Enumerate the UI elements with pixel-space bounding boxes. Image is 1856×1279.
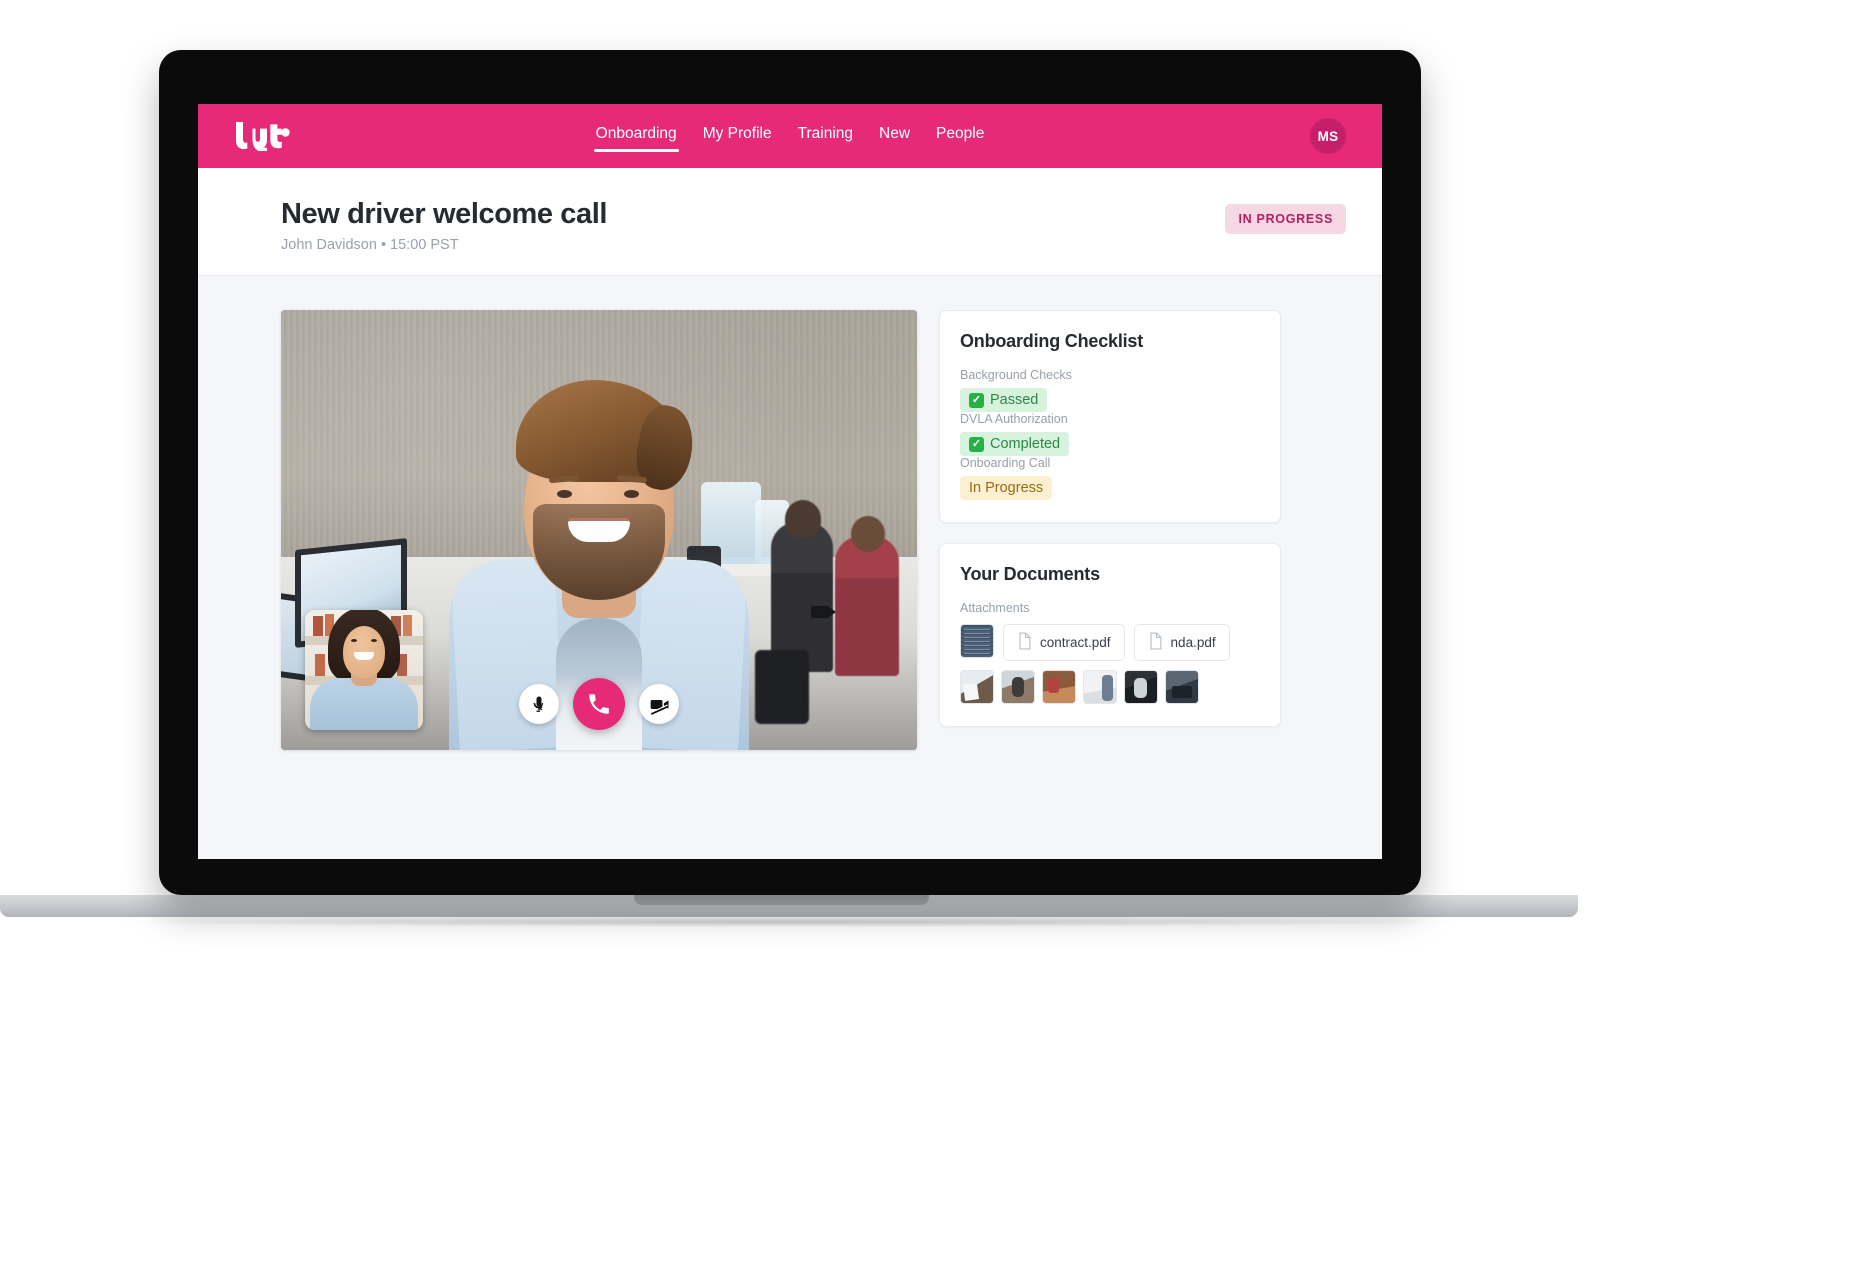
- self-view-book: [403, 615, 412, 637]
- attachment-thumbnail[interactable]: [1124, 670, 1158, 705]
- subject-smile: [568, 518, 630, 543]
- attachment-contract-pdf[interactable]: contract.pdf: [1003, 624, 1125, 662]
- attachment-thumbnail[interactable]: [960, 670, 994, 705]
- nav-item-label: Training: [797, 125, 854, 143]
- sidebar-cards: Onboarding Checklist Background Checks ✓…: [939, 310, 1281, 821]
- user-avatar[interactable]: MS: [1310, 118, 1346, 154]
- lyft-logo-icon[interactable]: [234, 119, 294, 153]
- checklist-item-status: In Progress: [960, 476, 1053, 501]
- laptop-shadow: [120, 917, 1460, 927]
- nav-item-label: My Profile: [702, 125, 772, 143]
- self-view-smile: [354, 652, 374, 661]
- self-view-book: [313, 616, 323, 637]
- checklist-item-status: ✓ Completed: [960, 432, 1070, 457]
- checklist-item-status: ✓ Passed: [960, 388, 1048, 413]
- avatar-initials: MS: [1317, 128, 1339, 144]
- nav-item-my-profile[interactable]: My Profile: [701, 120, 774, 152]
- video-off-icon: [649, 694, 670, 715]
- page-title: New driver welcome call: [281, 198, 608, 230]
- nav-item-label: New: [879, 125, 911, 143]
- attachment-file-name: contract.pdf: [1040, 635, 1111, 651]
- onboarding-checklist-card: Onboarding Checklist Background Checks ✓…: [939, 310, 1281, 524]
- nav-items: Onboarding My Profile Training New Peopl…: [198, 120, 1382, 152]
- subject-eye-right: [624, 490, 639, 499]
- checklist-item-label: Onboarding Call: [960, 456, 1051, 471]
- check-box-icon: ✓: [969, 436, 984, 452]
- screenshot-stage: Onboarding My Profile Training New Peopl…: [0, 0, 1856, 1279]
- attachment-thumbnail[interactable]: [1042, 670, 1076, 705]
- nav-item-new[interactable]: New: [877, 120, 912, 152]
- laptop-frame: Onboarding My Profile Training New Peopl…: [159, 50, 1421, 895]
- nav-item-onboarding[interactable]: Onboarding: [593, 120, 679, 152]
- checklist-item-value: In Progress: [969, 480, 1044, 497]
- subject-hair: [516, 380, 682, 483]
- your-documents-card: Your Documents Attachments contract.pdf …: [939, 543, 1281, 728]
- attachment-file-name: nda.pdf: [1170, 635, 1216, 651]
- mute-microphone-button[interactable]: [519, 684, 559, 725]
- top-navigation-bar: Onboarding My Profile Training New Peopl…: [198, 104, 1382, 168]
- video-chair: [755, 650, 809, 725]
- video-call-panel[interactable]: [281, 310, 917, 751]
- nav-item-people[interactable]: People: [934, 120, 986, 152]
- laptop-screen: Onboarding My Profile Training New Peopl…: [198, 104, 1382, 859]
- subject-eye-left: [557, 490, 572, 499]
- camera-indicator-icon: [811, 606, 836, 619]
- status-badge: IN PROGRESS: [1225, 204, 1346, 234]
- nav-item-training[interactable]: Training: [796, 120, 855, 152]
- checklist-item: Onboarding Call In Progress: [960, 456, 1260, 501]
- file-icon: [1017, 632, 1032, 653]
- attachment-file-row: contract.pdf nda.pdf: [960, 624, 1260, 662]
- self-view-book: [315, 654, 325, 677]
- nav-item-label: People: [936, 125, 985, 143]
- attachment-thumbnail-grid: [960, 670, 1260, 705]
- self-view-thumbnail[interactable]: [305, 610, 423, 731]
- call-controls: [519, 678, 679, 731]
- check-box-icon: ✓: [969, 392, 984, 408]
- end-call-button[interactable]: [573, 678, 625, 731]
- checklist-item-value: Passed: [990, 392, 1039, 409]
- microphone-off-icon: [529, 694, 549, 714]
- stop-video-button[interactable]: [639, 684, 679, 725]
- checklist-item-value: Completed: [990, 436, 1061, 453]
- nav-item-label: Onboarding: [595, 125, 677, 143]
- page-header: New driver welcome call John Davidson • …: [198, 168, 1382, 277]
- attachment-thumbnail[interactable]: [1165, 670, 1199, 705]
- file-icon: [1148, 632, 1163, 653]
- attachment-nda-pdf[interactable]: nda.pdf: [1133, 624, 1230, 662]
- attachments-label: Attachments: [960, 601, 1030, 616]
- page-subtitle: John Davidson • 15:00 PST: [281, 237, 459, 254]
- attachment-image-thumbnail[interactable]: [960, 624, 994, 659]
- checklist-item-label: Background Checks: [960, 368, 1072, 383]
- attachment-thumbnail[interactable]: [1083, 670, 1117, 705]
- page-header-text: New driver welcome call John Davidson • …: [281, 198, 607, 253]
- checklist-title: Onboarding Checklist: [960, 331, 1144, 352]
- checklist-item: DVLA Authorization ✓ Completed: [960, 412, 1260, 457]
- documents-title: Your Documents: [960, 564, 1100, 585]
- checklist-item: Background Checks ✓ Passed: [960, 368, 1260, 413]
- checklist-item-label: DVLA Authorization: [960, 412, 1068, 427]
- main-content: Onboarding Checklist Background Checks ✓…: [198, 276, 1382, 856]
- phone-icon: [586, 691, 612, 717]
- attachment-thumbnail[interactable]: [1001, 670, 1035, 705]
- video-background-person-b: [835, 516, 899, 677]
- laptop-notch: [634, 895, 929, 905]
